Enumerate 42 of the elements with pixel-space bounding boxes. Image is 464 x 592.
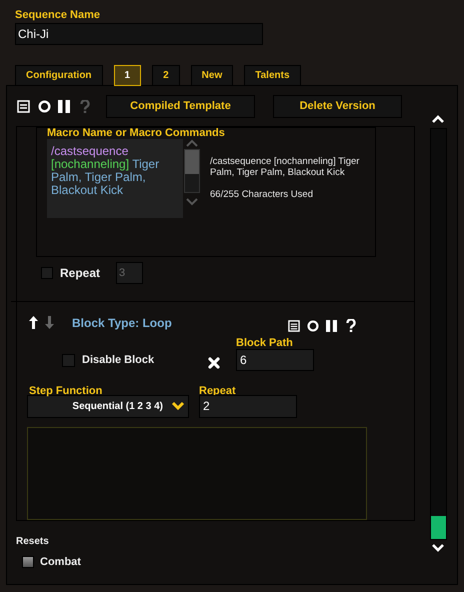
toolbar-button[interactable]: Delete Version <box>273 94 402 118</box>
field-label: Step Function <box>29 384 104 397</box>
tab[interactable]: Configuration <box>15 65 103 86</box>
remove-icon[interactable] <box>208 356 220 369</box>
scroll-thumb[interactable] <box>430 516 446 539</box>
circle-icon[interactable] <box>306 320 319 332</box>
arrow-down-icon[interactable] <box>45 316 54 330</box>
field-label: Macro Name or Macro Commands <box>47 128 226 139</box>
circle-icon[interactable] <box>38 100 51 112</box>
sequence-name-field[interactable]: Chi-Ji <box>15 23 263 45</box>
tab[interactable]: 2 <box>152 65 180 86</box>
arrow-up-icon[interactable] <box>29 316 38 330</box>
scrollbar-track[interactable] <box>184 149 200 193</box>
toolbar-button[interactable]: Compiled Template <box>106 94 255 118</box>
section-label: Resets <box>16 535 50 549</box>
repeat-field[interactable]: 2 <box>199 394 297 418</box>
list-icon[interactable] <box>17 100 30 112</box>
scroll-thumb[interactable] <box>184 150 198 174</box>
checkbox[interactable] <box>41 266 53 279</box>
pause-icon[interactable] <box>326 320 337 332</box>
tab[interactable]: Talents <box>244 65 301 86</box>
character-count: 66/255 Characters Used <box>210 189 314 200</box>
tab[interactable]: 1 <box>114 65 142 86</box>
checkbox-label: Combat <box>40 554 81 570</box>
checkbox-label: Repeat <box>60 264 100 282</box>
scrollbar-track[interactable] <box>430 128 446 540</box>
chevron-down-icon <box>171 401 185 412</box>
field-label: Sequence Name <box>15 8 101 23</box>
checkbox[interactable] <box>22 556 34 568</box>
checkbox-label: Disable Block <box>82 353 154 368</box>
pause-icon[interactable] <box>58 100 70 112</box>
macro-preview: /castsequence [nochanneling] Tiger Palm, Tiger Palm, Blackout Kick <box>210 156 360 178</box>
field-label: Block Path <box>236 336 294 349</box>
tab[interactable]: New <box>190 65 234 86</box>
help-icon[interactable] <box>346 319 356 332</box>
macro-text-area[interactable]: /castsequence [nochanneling] Tiger Palm, Tiger Palm, Blackout Kick <box>47 139 183 218</box>
field-label: Repeat <box>199 384 237 397</box>
list-icon[interactable] <box>288 320 300 332</box>
checkbox[interactable] <box>62 354 75 368</box>
repeat-field[interactable]: 3 <box>116 262 144 284</box>
block-path-field[interactable]: 6 <box>236 348 314 371</box>
block-title: Block Type: Loop <box>72 314 172 332</box>
